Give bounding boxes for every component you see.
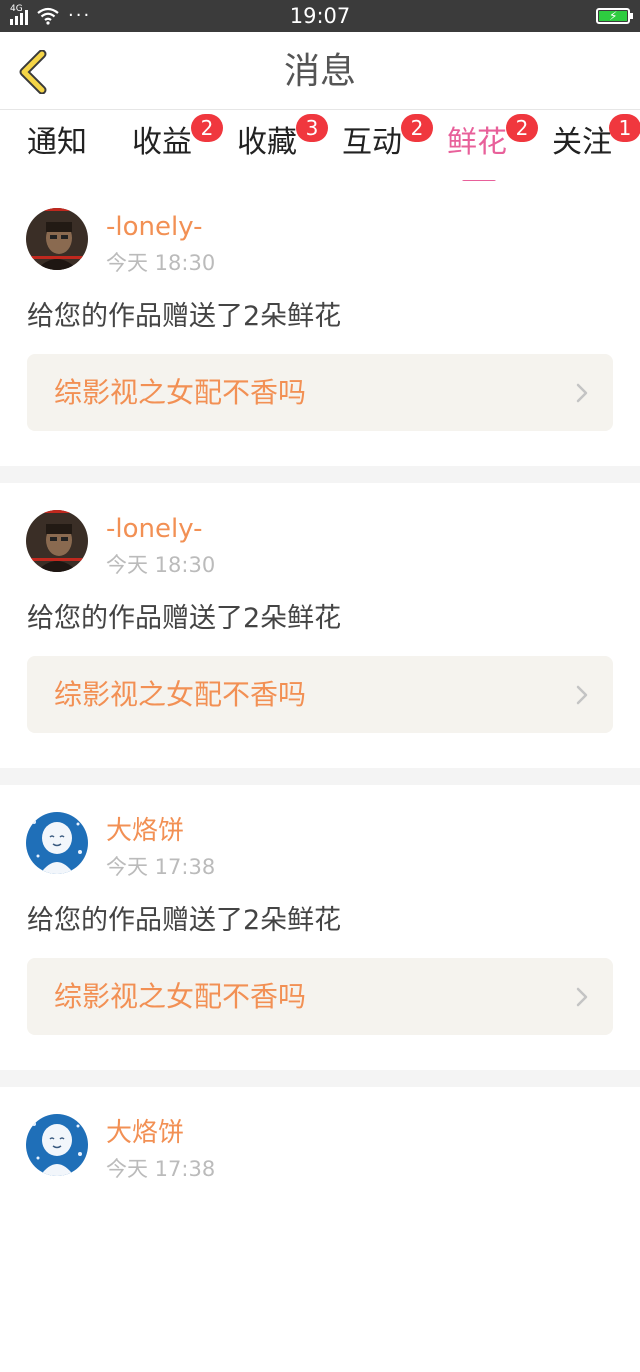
message-card: 大烙饼 今天 17:38 给您的作品赠送了2朵鲜花 综影视之女配不香吗: [0, 785, 640, 1070]
chevron-right-icon: [576, 685, 588, 705]
status-bar: 4G ··· 19:07 ⚡: [0, 0, 640, 32]
message-card: 大烙饼 今天 17:38: [0, 1087, 640, 1372]
message-feed: -lonely- 今天 18:30 给您的作品赠送了2朵鲜花 综影视之女配不香吗…: [0, 181, 640, 1372]
work-link[interactable]: 综影视之女配不香吗: [27, 354, 613, 431]
message-card: -lonely- 今天 18:30 给您的作品赠送了2朵鲜花 综影视之女配不香吗: [0, 483, 640, 768]
nav-bar: 消息: [0, 32, 640, 110]
divider: [0, 1070, 640, 1087]
message-card: -lonely- 今天 18:30 给您的作品赠送了2朵鲜花 综影视之女配不香吗: [0, 181, 640, 466]
unread-badge: 1: [609, 114, 640, 142]
work-link[interactable]: 综影视之女配不香吗: [27, 958, 613, 1035]
chevron-right-icon: [576, 383, 588, 403]
tab-favorites[interactable]: 收藏 3: [222, 114, 328, 173]
sender-name[interactable]: 大烙饼: [106, 1117, 184, 1149]
work-title: 综影视之女配不香吗: [54, 678, 307, 711]
tab-interactions[interactable]: 互动 2: [327, 114, 433, 173]
avatar[interactable]: [26, 1114, 88, 1176]
battery-charging-icon: ⚡: [596, 8, 633, 24]
work-title: 综影视之女配不香吗: [54, 376, 307, 409]
message-text: 给您的作品赠送了2朵鲜花: [27, 301, 342, 332]
tab-notifications[interactable]: 通知: [12, 123, 102, 173]
message-time: 今天 18:30: [106, 553, 216, 577]
avatar[interactable]: [26, 812, 88, 874]
sender-name[interactable]: -lonely-: [106, 513, 203, 545]
tab-earnings[interactable]: 收益 2: [117, 114, 223, 173]
divider: [0, 466, 640, 483]
unread-badge: 2: [191, 114, 223, 142]
work-title: 综影视之女配不香吗: [54, 980, 307, 1013]
avatar[interactable]: [26, 510, 88, 572]
unread-badge: 3: [296, 114, 328, 142]
status-time: 19:07: [289, 4, 351, 28]
divider: [0, 768, 640, 785]
message-text: 给您的作品赠送了2朵鲜花: [27, 905, 342, 936]
avatar[interactable]: [26, 208, 88, 270]
tab-follows[interactable]: 关注 1: [537, 114, 640, 173]
page-title: 消息: [283, 51, 356, 92]
sender-name[interactable]: 大烙饼: [106, 815, 184, 847]
chevron-right-icon: [576, 987, 588, 1007]
message-tabs: 通知 收益 2 收藏 3 互动 2 鲜花 2 关注 1: [0, 111, 640, 184]
message-text: 给您的作品赠送了2朵鲜花: [27, 603, 342, 634]
work-link[interactable]: 综影视之女配不香吗: [27, 656, 613, 733]
message-time: 今天 17:38: [106, 855, 216, 879]
tab-flowers[interactable]: 鲜花 2: [432, 114, 538, 184]
message-time: 今天 18:30: [106, 251, 216, 275]
sender-name[interactable]: -lonely-: [106, 211, 203, 243]
unread-badge: 2: [401, 114, 433, 142]
message-time: 今天 17:38: [106, 1157, 216, 1181]
tab-label: 通知: [27, 125, 87, 160]
unread-badge: 2: [506, 114, 538, 142]
